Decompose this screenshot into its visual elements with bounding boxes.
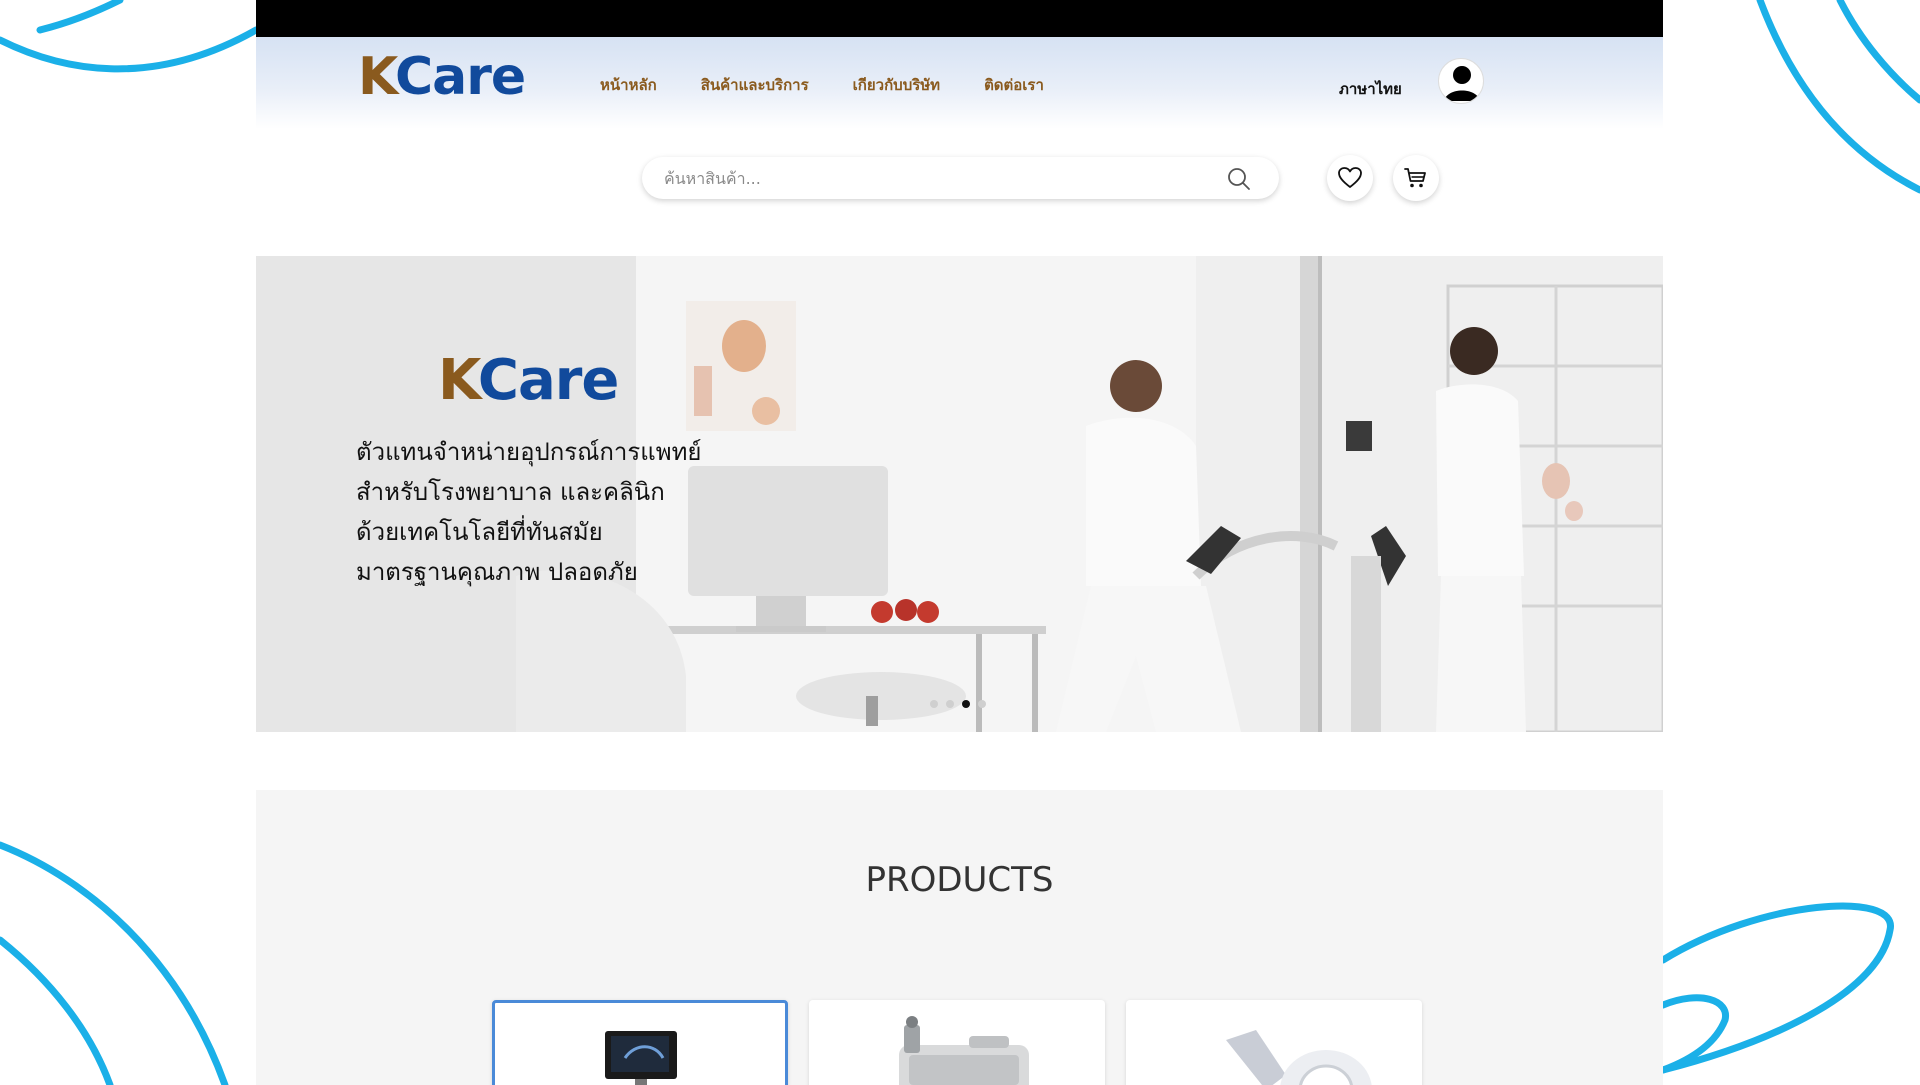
hero-tagline: ตัวแทนจำหน่ายอุปกรณ์การแพทย์ สำหรับโรงพย… bbox=[356, 432, 701, 592]
products-heading: PRODUCTS bbox=[865, 860, 1054, 900]
hero-tagline-line: ด้วยเทคโนโลยีที่ทันสมัย bbox=[356, 518, 603, 546]
carousel-dot-4[interactable] bbox=[978, 700, 986, 708]
products-section: PRODUCTS bbox=[256, 790, 1663, 1085]
search-input[interactable] bbox=[664, 167, 1204, 189]
nav-item-products-services[interactable]: สินค้าและบริการ bbox=[701, 73, 809, 97]
hero-logo-k: K bbox=[438, 348, 479, 413]
hero-tagline-line: สำหรับโรงพยาบาล และคลินิก bbox=[356, 478, 665, 506]
carousel-dot-2[interactable] bbox=[946, 700, 954, 708]
brand-logo-k: K bbox=[358, 47, 396, 107]
cart-button[interactable] bbox=[1393, 155, 1439, 201]
top-black-bar bbox=[256, 0, 1663, 37]
brand-logo[interactable]: KCare bbox=[358, 47, 526, 107]
page: KCare หน้าหลัก สินค้าและบริการ เกียวกับบ… bbox=[0, 0, 1920, 1085]
hero-brand-logo: KCare bbox=[438, 348, 619, 413]
language-selector[interactable]: ภาษาไทย bbox=[1339, 77, 1402, 101]
heart-icon bbox=[1338, 167, 1362, 188]
wishlist-button[interactable] bbox=[1327, 155, 1373, 201]
user-account-button[interactable] bbox=[1438, 58, 1484, 104]
search-icon bbox=[1228, 168, 1250, 190]
carousel-dot-1[interactable] bbox=[930, 700, 938, 708]
nav-item-about[interactable]: เกียวกับบริษัท bbox=[853, 73, 940, 97]
hero-tagline-line: มาตรฐานคุณภาพ ปลอดภัย bbox=[356, 558, 638, 586]
nav-item-home[interactable]: หน้าหลัก bbox=[600, 73, 657, 97]
suction-device-image bbox=[899, 1016, 1029, 1085]
hero-logo-care: Care bbox=[477, 348, 619, 413]
product-card-suction[interactable] bbox=[809, 1000, 1105, 1085]
search-button[interactable] bbox=[1226, 166, 1252, 196]
search-bar bbox=[642, 157, 1279, 199]
scanner-device-image bbox=[1226, 1030, 1372, 1085]
carousel-dot-3[interactable] bbox=[962, 700, 970, 708]
main-nav: หน้าหลัก สินค้าและบริการ เกียวกับบริษัท … bbox=[600, 73, 1088, 97]
ultrasound-machine-image bbox=[605, 1031, 677, 1085]
website-frame: KCare หน้าหลัก สินค้าและบริการ เกียวกับบ… bbox=[256, 0, 1663, 1085]
product-card-ultrasound[interactable] bbox=[492, 1000, 788, 1085]
nav-item-contact[interactable]: ติดต่อเรา bbox=[984, 73, 1044, 97]
hero-banner: KCare ตัวแทนจำหน่ายอุปกรณ์การแพทย์ สำหรั… bbox=[256, 256, 1663, 732]
hero-tagline-line: ตัวแทนจำหน่ายอุปกรณ์การแพทย์ bbox=[356, 438, 702, 466]
site-header: KCare หน้าหลัก สินค้าและบริการ เกียวกับบ… bbox=[256, 37, 1663, 129]
brand-logo-care: Care bbox=[394, 47, 526, 107]
cart-icon bbox=[1404, 168, 1426, 188]
user-icon bbox=[1444, 66, 1480, 101]
carousel-indicators bbox=[930, 700, 994, 708]
product-card-scanner[interactable] bbox=[1126, 1000, 1422, 1085]
